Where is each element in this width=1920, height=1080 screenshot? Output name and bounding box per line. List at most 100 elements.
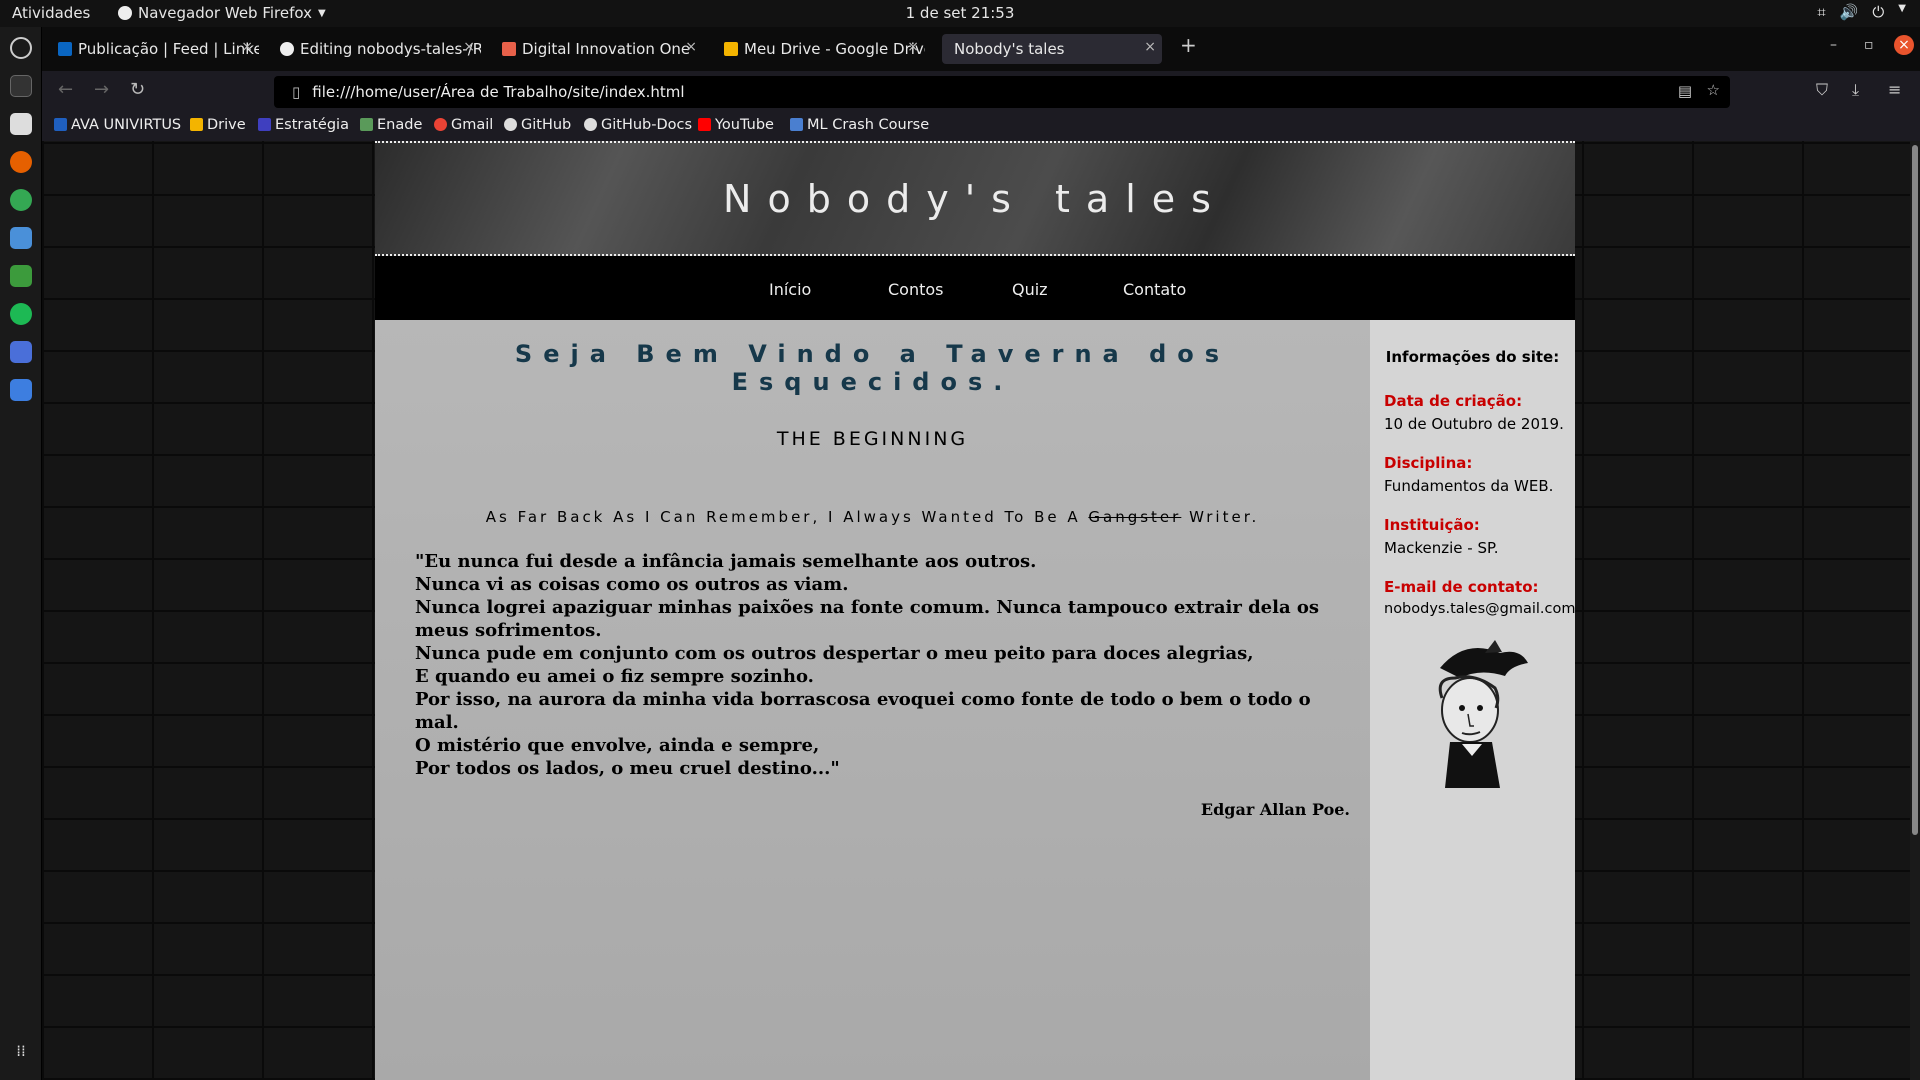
chevron-down-icon: ▼ [317, 7, 326, 19]
forward-icon[interactable]: → [94, 79, 109, 100]
document-icon[interactable] [10, 379, 32, 401]
close-icon[interactable]: × [685, 39, 697, 55]
chevron-down-icon: ▼ [1898, 3, 1906, 14]
page-scrollbar[interactable] [1910, 141, 1920, 1080]
url-bar[interactable]: ▯ file:///home/user/Área de Trabalho/site… [274, 76, 1730, 108]
tab-title: Nobody's tales [954, 40, 1065, 58]
spotify-icon[interactable] [10, 303, 32, 325]
system-tray[interactable]: ⌗ 🔊 ⏻ ▼ [1817, 3, 1906, 21]
web-content: Nobody's tales Início Contos Quiz Contat… [42, 141, 1920, 1080]
menu-contato[interactable]: Contato [1123, 280, 1186, 299]
bookmarks-toolbar: AVA UNIVIRTUS Drive Estratégia Enade Gma… [42, 111, 1920, 141]
back-icon[interactable]: ← [58, 79, 73, 100]
site-menu: Início Contos Quiz Contato [375, 256, 1575, 320]
poem-line: "Eu nunca fui desde a infância jamais se… [415, 551, 1037, 572]
linkedin-icon [58, 42, 72, 56]
tagline-start: As Far Back As I Can Remember, I Always … [485, 508, 1089, 526]
info-value-email: nobodys.tales@gmail.com [1384, 601, 1576, 617]
app-icon-circle[interactable] [10, 37, 32, 59]
tab-title: Digital Innovation One [522, 40, 691, 58]
bookmark-estrategia[interactable]: Estratégia [258, 117, 349, 133]
tab-bar: Publicação | Feed | Linke × Editing nobo… [42, 27, 1920, 71]
sidebar-title: Informações do site: [1385, 348, 1560, 366]
univirtus-icon [54, 118, 67, 131]
close-window-button[interactable]: × [1894, 35, 1914, 55]
drive-icon [724, 42, 738, 56]
poe-illustration [1438, 640, 1528, 788]
chrome-icon[interactable] [10, 189, 32, 211]
tab-drive[interactable]: Meu Drive - Google Drive × [712, 34, 925, 64]
reload-icon[interactable]: ↻ [130, 79, 145, 100]
pocket-icon[interactable]: ⛉ [1816, 80, 1828, 100]
system-top-bar: Atividades Navegador Web Firefox ▼ 1 de … [0, 0, 1920, 27]
bookmark-gmail[interactable]: Gmail [434, 117, 493, 133]
poem: "Eu nunca fui desde a infância jamais se… [415, 550, 1345, 780]
firefox-icon[interactable] [10, 151, 32, 173]
maximize-button[interactable]: ▫ [1864, 37, 1874, 53]
close-icon[interactable]: × [463, 39, 475, 55]
files-icon[interactable] [10, 113, 32, 135]
bookmark-github[interactable]: GitHub [504, 117, 571, 133]
app-icon-window[interactable] [10, 341, 32, 363]
terminal-icon[interactable] [10, 75, 32, 97]
poem-line: Nunca vi as coisas como os outros as via… [415, 574, 849, 595]
site-info-sidebar: Informações do site: Data de criação: 10… [1370, 320, 1576, 1080]
drive-icon [190, 118, 203, 131]
app-icon-cube[interactable] [10, 227, 32, 249]
tab-title: Meu Drive - Google Drive [744, 40, 925, 58]
bookmark-drive[interactable]: Drive [190, 117, 246, 133]
welcome-heading: Seja Bem Vindo a Taverna dos Esquecidos. [514, 340, 1231, 396]
enade-icon [360, 118, 373, 131]
menu-icon[interactable]: ≡ [1888, 80, 1901, 99]
network-icon: ⌗ [1817, 3, 1826, 21]
nav-toolbar: ← → ↻ ▯ file:///home/user/Área de Trabalh… [42, 71, 1920, 111]
spreadsheet-icon[interactable] [10, 265, 32, 287]
info-label-discipline: Disciplina: [1384, 454, 1473, 472]
close-icon[interactable]: × [1144, 39, 1156, 55]
tab-nobodys-tales[interactable]: Nobody's tales × [942, 34, 1162, 64]
info-value-institution: Mackenzie - SP. [1384, 539, 1499, 557]
youtube-icon [698, 118, 711, 131]
scrollbar-thumb[interactable] [1912, 145, 1918, 835]
bookmark-label: ML Crash Course [807, 117, 930, 133]
bookmark-label: GitHub-Docs [601, 117, 693, 133]
bookmark-youtube[interactable]: YouTube [698, 117, 774, 133]
bookmark-ml-crash-course[interactable]: ML Crash Course [790, 117, 929, 133]
reader-view-icon[interactable]: ▤ [1678, 82, 1692, 100]
new-tab-button[interactable]: + [1180, 33, 1197, 57]
bookmark-label: Estratégia [275, 117, 349, 133]
close-icon[interactable]: × [241, 39, 253, 55]
show-apps-icon[interactable]: ⁞⁞ [10, 1042, 32, 1064]
menu-inicio[interactable]: Início [769, 280, 811, 299]
poem-author: Edgar Allan Poe. [1200, 800, 1350, 819]
tab-github[interactable]: Editing nobodys-tales-/R × [268, 34, 481, 64]
tab-dio[interactable]: Digital Innovation One × [490, 34, 703, 64]
bookmark-label: Drive [207, 117, 246, 133]
bookmark-github-docs[interactable]: GitHub-Docs [584, 117, 692, 133]
close-icon[interactable]: × [907, 39, 919, 55]
poem-line: Nunca pude em conjunto com os outros des… [415, 643, 1254, 664]
bookmark-label: YouTube [715, 117, 774, 133]
tagline: As Far Back As I Can Remember, I Always … [375, 508, 1370, 526]
minimize-button[interactable]: – [1830, 37, 1837, 53]
bookmark-label: AVA UNIVIRTUS [71, 117, 182, 133]
info-value-creation-date: 10 de Outubro de 2019. [1384, 415, 1564, 433]
tagline-end: Writer. [1181, 508, 1260, 526]
tab-linkedin[interactable]: Publicação | Feed | Linke × [46, 34, 259, 64]
info-label-email: E-mail de contato: [1384, 578, 1539, 596]
activities-button[interactable]: Atividades [12, 4, 90, 22]
poem-line: Nunca logrei apaziguar minhas paixões na… [415, 597, 1320, 641]
bookmark-enade[interactable]: Enade [360, 117, 422, 133]
bookmark-ava-univirtus[interactable]: AVA UNIVIRTUS [54, 117, 181, 133]
bookmark-star-icon[interactable]: ☆ [1707, 81, 1720, 99]
app-menu[interactable]: Navegador Web Firefox ▼ [118, 4, 326, 22]
info-value-discipline: Fundamentos da WEB. [1384, 477, 1554, 495]
github-icon [280, 42, 294, 56]
poem-line: O mistério que envolve, ainda e sempre, [415, 735, 820, 756]
bookmark-label: Enade [377, 117, 423, 133]
tab-title: Editing nobodys-tales-/R [300, 40, 481, 58]
ml-icon [790, 118, 803, 131]
menu-contos[interactable]: Contos [888, 280, 944, 299]
downloads-icon[interactable]: ⤓ [1852, 80, 1859, 100]
menu-quiz[interactable]: Quiz [1012, 280, 1048, 299]
